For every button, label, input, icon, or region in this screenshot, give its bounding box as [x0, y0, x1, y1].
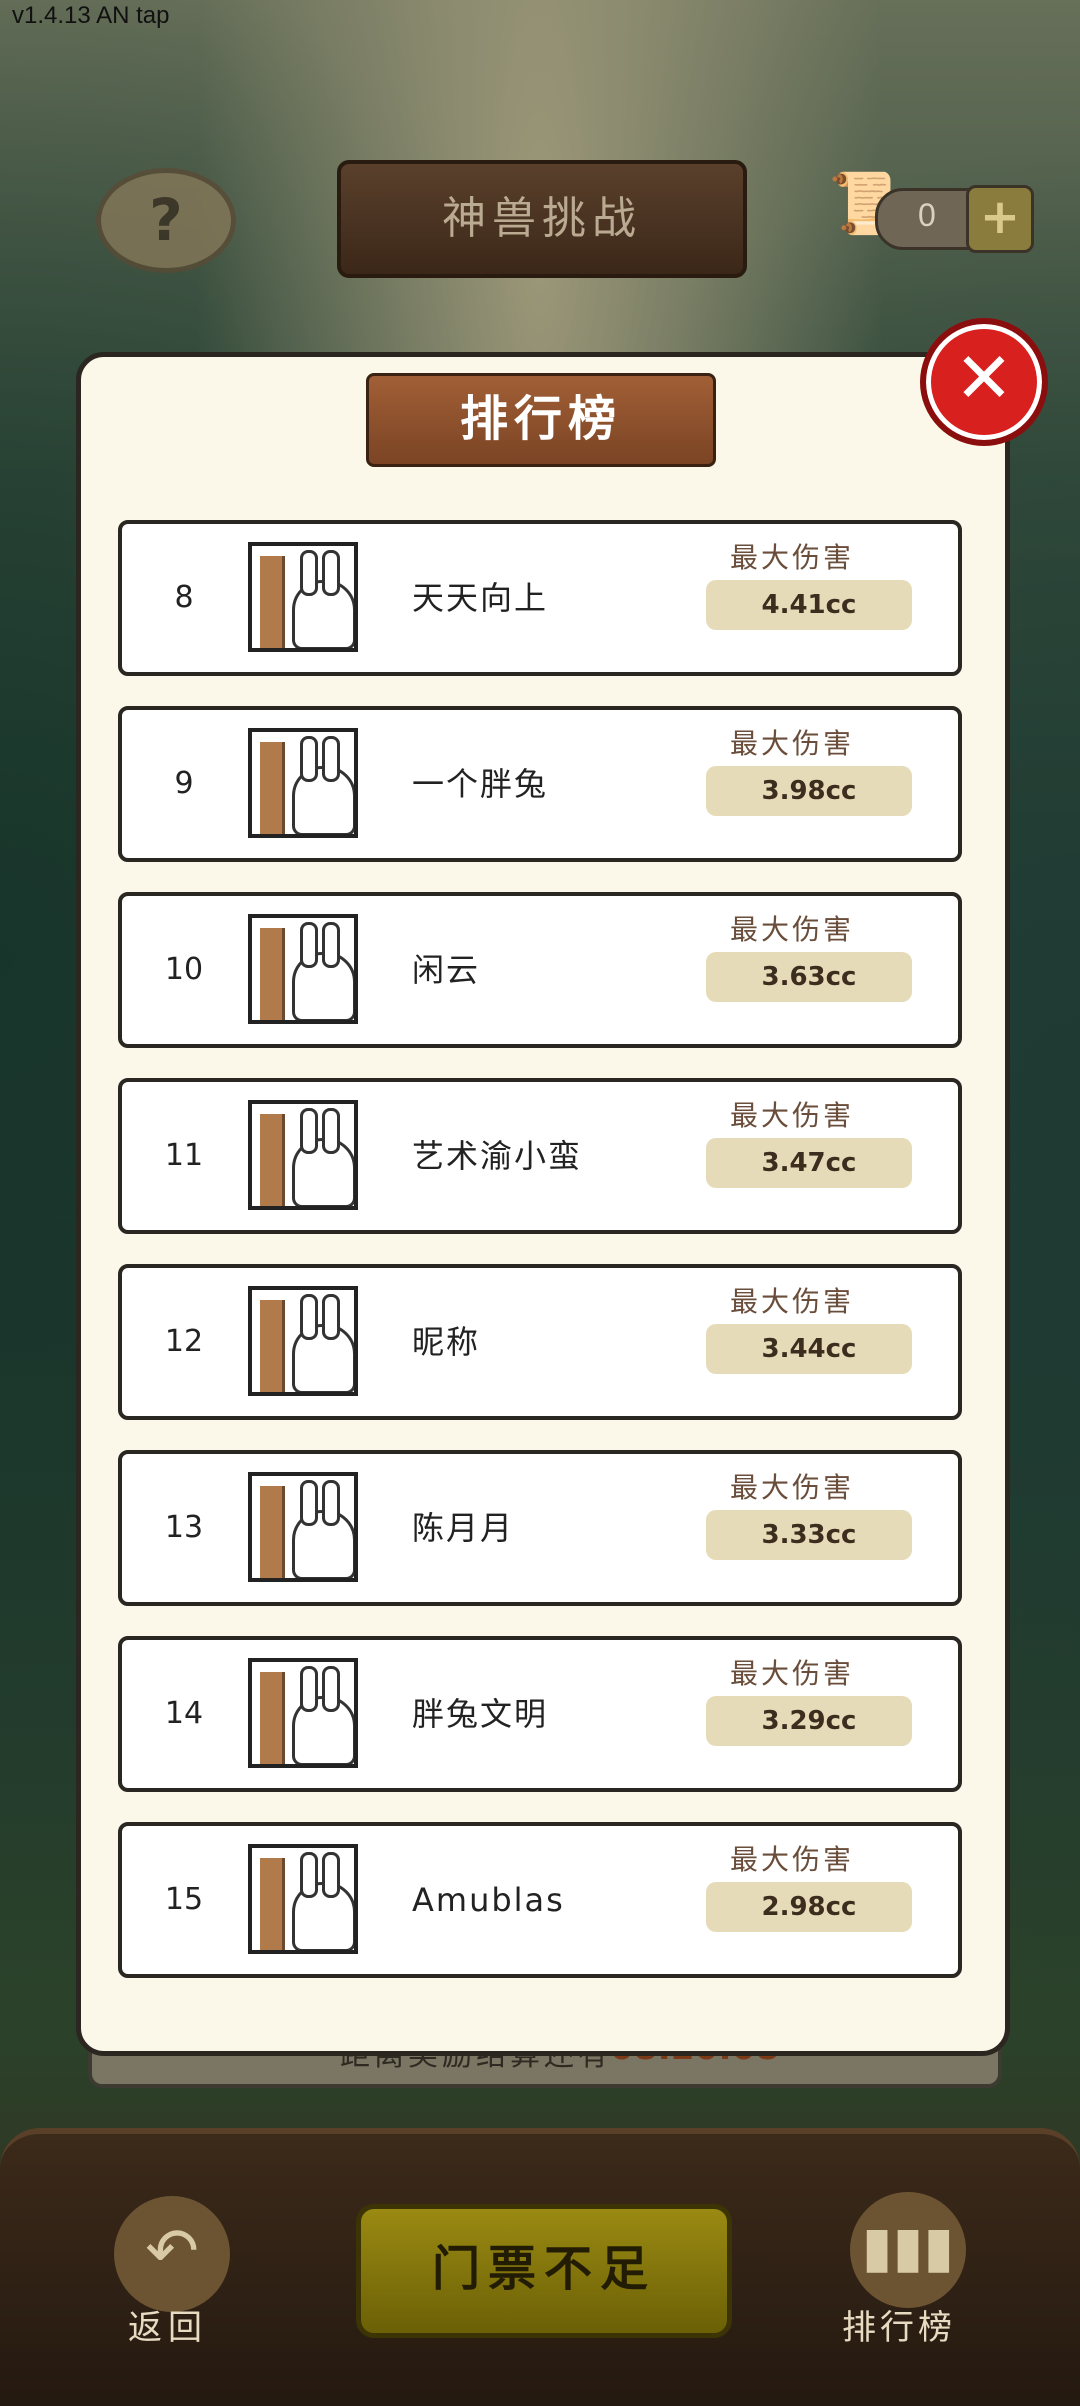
player-name: Amublas: [412, 1881, 565, 1919]
damage-value: 3.33cc: [706, 1510, 912, 1560]
rank-number: 12: [164, 1324, 204, 1359]
damage-label: 最大伤害: [729, 913, 854, 946]
rank-number: 11: [164, 1138, 204, 1173]
version-label: v1.4.13 AN tap: [12, 2, 170, 29]
back-arrow-icon: ↶: [145, 2215, 199, 2289]
add-ticket-button[interactable]: +: [966, 185, 1034, 253]
player-name: 艺术渝小蛮: [412, 1137, 583, 1175]
avatar-icon: [248, 542, 358, 652]
rank-number: 10: [164, 952, 204, 987]
avatar-icon: [248, 1472, 358, 1582]
leaderboard-row: 13 陈月月 最大伤害 3.33cc: [118, 1450, 962, 1606]
leaderboard-row: 15 Amublas 最大伤害 2.98cc: [118, 1822, 962, 1978]
damage-label: 最大伤害: [729, 1285, 854, 1318]
damage-value: 3.63cc: [706, 952, 912, 1002]
damage-value: 2.98cc: [706, 1882, 912, 1932]
close-icon: ✕: [954, 337, 1014, 419]
avatar-icon: [248, 1658, 358, 1768]
player-name: 胖兔文明: [412, 1695, 549, 1733]
player-name: 陈月月: [412, 1509, 515, 1547]
ticket-button[interactable]: 门票不足: [356, 2204, 732, 2338]
help-button[interactable]: ?: [96, 168, 236, 273]
damage-label: 最大伤害: [729, 727, 854, 760]
close-button[interactable]: ✕: [920, 318, 1048, 446]
damage-value: 3.47cc: [706, 1138, 912, 1188]
top-title: 神兽挑战: [337, 160, 747, 278]
rank-label: 排行榜: [842, 2308, 956, 2348]
damage-value: 3.98cc: [706, 766, 912, 816]
damage-value: 3.29cc: [706, 1696, 912, 1746]
damage-label: 最大伤害: [729, 1471, 854, 1504]
leaderboard-row: 14 胖兔文明 最大伤害 3.29cc: [118, 1636, 962, 1792]
damage-label: 最大伤害: [729, 541, 854, 574]
ticket-counter: 0 +: [875, 185, 1034, 253]
avatar-icon: [248, 914, 358, 1024]
rank-number: 13: [164, 1510, 204, 1545]
bar-chart-icon: ▮▮▮: [861, 2215, 955, 2280]
leaderboard-row: 9 一个胖兔 最大伤害 3.98cc: [118, 706, 962, 862]
leaderboard-row: 10 闲云 最大伤害 3.63cc: [118, 892, 962, 1048]
damage-value: 4.41cc: [706, 580, 912, 630]
rank-number: 9: [174, 766, 194, 801]
damage-value: 3.44cc: [706, 1324, 912, 1374]
avatar-icon: [248, 1844, 358, 1954]
player-name: 天天向上: [412, 579, 549, 617]
leaderboard-list[interactable]: 8 天天向上 最大伤害 4.41cc 9 一个胖兔 最大伤害 3.98cc 10…: [118, 520, 964, 1980]
rank-number: 14: [164, 1696, 204, 1731]
avatar-icon: [248, 728, 358, 838]
damage-label: 最大伤害: [729, 1657, 854, 1690]
rank-button[interactable]: ▮▮▮: [850, 2192, 966, 2308]
leaderboard-row: 11 艺术渝小蛮 最大伤害 3.47cc: [118, 1078, 962, 1234]
player-name: 昵称: [412, 1323, 481, 1361]
leaderboard-row: 12 昵称 最大伤害 3.44cc: [118, 1264, 962, 1420]
damage-label: 最大伤害: [729, 1843, 854, 1876]
player-name: 一个胖兔: [412, 765, 549, 803]
player-name: 闲云: [412, 951, 481, 989]
back-button[interactable]: ↶: [114, 2196, 230, 2312]
back-label: 返回: [128, 2308, 208, 2348]
leaderboard-row: 8 天天向上 最大伤害 4.41cc: [118, 520, 962, 676]
damage-label: 最大伤害: [729, 1099, 854, 1132]
rank-number: 15: [164, 1882, 204, 1917]
avatar-icon: [248, 1100, 358, 1210]
leaderboard-title: 排行榜: [366, 373, 716, 467]
avatar-icon: [248, 1286, 358, 1396]
ticket-count: 0: [918, 197, 936, 233]
rank-number: 8: [174, 580, 194, 615]
